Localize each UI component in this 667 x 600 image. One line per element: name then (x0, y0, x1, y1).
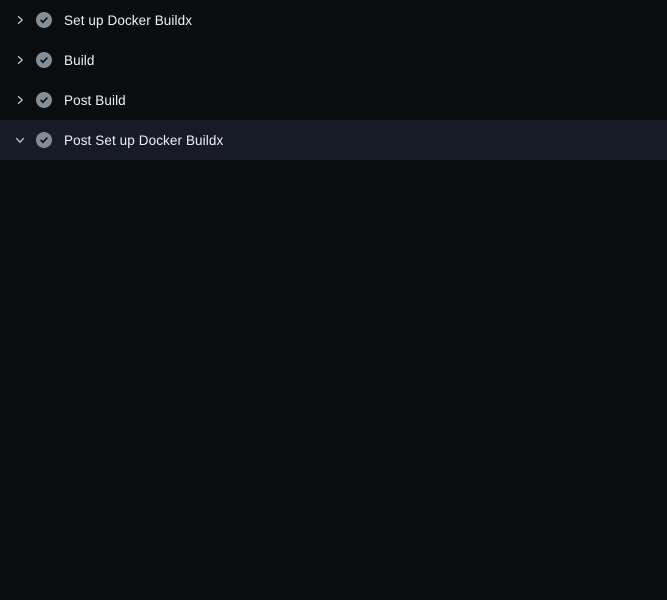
step-row-post-build[interactable]: Post Build (0, 80, 667, 120)
log-line: 5time="2021-04-23T18:02:37Z" level=warni… (0, 251, 667, 271)
log-line: 14time="2021-04-23T18:02:38Z" level=debu… (0, 451, 667, 471)
log-line: 11time="2021-04-23T18:02:38Z" level=debu… (0, 391, 667, 411)
log-line: 12time="2021-04-23T18:02:38Z" level=debu… (0, 411, 667, 431)
log-line: 9time="2021-04-23T18:02:37Z" level=warni… (0, 351, 667, 371)
log-line: 17time="2021-04-23T18:02:38Z" level=debu… (0, 511, 667, 531)
chevron-right-icon (12, 92, 28, 108)
check-circle-icon (36, 12, 52, 28)
chevron-right-icon (12, 52, 28, 68)
log-line: 1Post job cleanup. (0, 171, 667, 191)
log-line: 10time="2021-04-23T18:02:37Z" level=info… (0, 371, 667, 391)
step-label: Post Build (64, 93, 126, 108)
chevron-right-icon (12, 12, 28, 28)
step-row-set-up-docker-buildx[interactable]: Set up Docker Buildx (0, 0, 667, 40)
log-line: 19time="2021-04-23T18:02:38Z" level=debu… (0, 551, 667, 571)
log-line: 13time="2021-04-23T18:02:38Z" level=debu… (0, 431, 667, 451)
log-command-line: 3/usr/bin/docker logs buildx_buildkit_bu… (0, 211, 667, 231)
step-label: Build (64, 53, 95, 68)
check-circle-icon (36, 52, 52, 68)
log-line: 8time="2021-04-23T18:02:37Z" level=info … (0, 331, 667, 351)
step-row-post-set-up-docker-buildx[interactable]: Post Set up Docker Buildx (0, 120, 667, 160)
step-label: Set up Docker Buildx (64, 13, 192, 28)
log-line-wrap: application/vnd.oci.image.index.v1+json,… (0, 571, 667, 591)
step-row-build[interactable]: Build (0, 40, 667, 80)
check-circle-icon (36, 132, 52, 148)
log-group-toggle[interactable]: 2▾BuildKit container logs (0, 191, 667, 211)
log-line-wrap: linux/riscv64 linux/ppc64le linux/s390x … (0, 291, 667, 311)
chevron-down-icon (12, 132, 28, 148)
log-line: 4time="2021-04-23T18:02:37Z" level=info … (0, 231, 667, 251)
log-viewer: 1Post job cleanup. 2▾BuildKit container … (0, 160, 667, 600)
log-line: 16time="2021-04-23T18:02:38Z" level=debu… (0, 491, 667, 511)
log-line: 20time="2021-04-23T18:02:38Z" level=debu… (0, 591, 667, 600)
log-line: 6time="2021-04-23T18:02:37Z" level=info … (0, 271, 667, 291)
log-line: 18time="2021-04-23T18:02:38Z" level=debu… (0, 531, 667, 551)
check-circle-icon (36, 92, 52, 108)
log-line: 7time="2021-04-23T18:02:37Z" level=warni… (0, 311, 667, 331)
step-list: Set up Docker Buildx Build Post Build Po… (0, 0, 667, 160)
step-label: Post Set up Docker Buildx (64, 133, 223, 148)
log-line: 15time="2021-04-23T18:02:38Z" level=debu… (0, 471, 667, 491)
